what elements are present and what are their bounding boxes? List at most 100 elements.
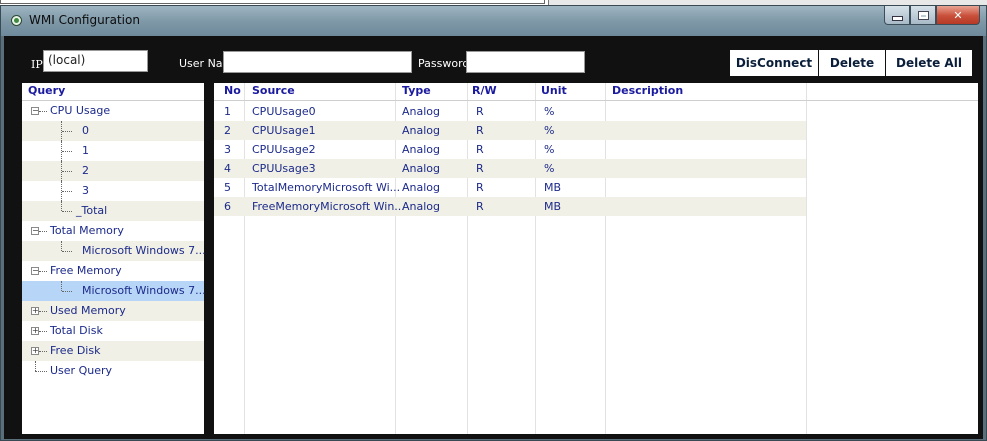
expand-icon[interactable]: + bbox=[31, 307, 39, 315]
column-header-rw[interactable]: R/W bbox=[472, 83, 497, 99]
minimize-button[interactable] bbox=[884, 6, 910, 25]
cell-no: 3 bbox=[224, 143, 231, 156]
cell-rw: R bbox=[476, 200, 484, 213]
close-icon: ✕ bbox=[953, 8, 963, 22]
table-row[interactable]: 1 CPUUsage0 Analog R % bbox=[214, 102, 806, 121]
source-table[interactable]: No Source Type R/W Unit Description 1 CP… bbox=[214, 83, 978, 434]
app-icon bbox=[11, 15, 22, 26]
disconnect-button[interactable]: DisConnect bbox=[730, 50, 818, 76]
cell-rw: R bbox=[476, 105, 484, 118]
cell-unit: % bbox=[544, 143, 555, 156]
tree-connector bbox=[35, 361, 36, 371]
title-bar[interactable]: WMI Configuration ✕ bbox=[1, 6, 986, 36]
tree-node-label: Used Memory bbox=[50, 304, 126, 317]
expand-icon[interactable]: + bbox=[31, 327, 39, 335]
tree-connector bbox=[39, 331, 47, 332]
column-divider bbox=[806, 83, 807, 434]
cell-source: CPUUsage1 bbox=[252, 124, 316, 137]
collapse-icon[interactable]: − bbox=[31, 267, 39, 275]
tree-connector bbox=[62, 191, 72, 192]
tree-node-label: Total Disk bbox=[50, 324, 103, 337]
tree-connector bbox=[62, 131, 72, 132]
background-window-frame bbox=[0, 0, 545, 4]
tree-node-cpu-1[interactable]: 1 bbox=[22, 141, 204, 161]
tree-node-total-memory-child[interactable]: Microsoft Windows 7... bbox=[22, 241, 206, 261]
tree-connector bbox=[62, 251, 72, 252]
delete-button[interactable]: Delete bbox=[819, 50, 885, 76]
tree-node-cpu-0[interactable]: 0 bbox=[22, 121, 204, 141]
table-row[interactable]: 5 TotalMemoryMicrosoft Wi... Analog R MB bbox=[214, 178, 806, 197]
tree-node-free-disk[interactable]: + Free Disk bbox=[22, 341, 204, 361]
tree-node-label: Free Disk bbox=[50, 344, 101, 357]
tree-connector bbox=[62, 291, 72, 292]
tree-node-label: Free Memory bbox=[50, 264, 122, 277]
tree-node-label: 2 bbox=[82, 164, 89, 177]
tree-connector bbox=[61, 281, 62, 291]
cell-source: FreeMemoryMicrosoft Win... bbox=[252, 200, 405, 213]
cell-type: Analog bbox=[402, 200, 441, 213]
cell-rw: R bbox=[476, 124, 484, 137]
query-tree[interactable]: Query − CPU Usage 0 1 2 3 _Total − Total… bbox=[22, 83, 206, 434]
tree-node-label: CPU Usage bbox=[50, 104, 111, 117]
tree-connector bbox=[39, 111, 47, 112]
tree-connector bbox=[35, 371, 47, 372]
tree-node-label: Microsoft Windows 7... bbox=[82, 284, 206, 297]
tree-node-free-memory[interactable]: − Free Memory bbox=[22, 261, 204, 281]
window-title: WMI Configuration bbox=[29, 13, 140, 27]
cell-unit: % bbox=[544, 105, 555, 118]
tree-header: Query bbox=[22, 83, 204, 101]
maximize-button[interactable] bbox=[910, 6, 936, 25]
password-label: Password bbox=[418, 57, 470, 70]
column-header-type[interactable]: Type bbox=[402, 83, 431, 99]
tree-node-user-query[interactable]: User Query bbox=[22, 361, 204, 381]
column-header-unit[interactable]: Unit bbox=[541, 83, 567, 99]
cell-no: 4 bbox=[224, 162, 231, 175]
tree-node-label: _Total bbox=[76, 204, 108, 217]
cell-type: Analog bbox=[402, 124, 441, 137]
table-row[interactable]: 2 CPUUsage1 Analog R % bbox=[214, 121, 806, 140]
close-button[interactable]: ✕ bbox=[936, 6, 980, 25]
window-controls: ✕ bbox=[884, 6, 980, 26]
cell-unit: % bbox=[544, 162, 555, 175]
tree-node-cpu-2[interactable]: 2 bbox=[22, 161, 204, 181]
expand-icon[interactable]: + bbox=[31, 347, 39, 355]
table-row[interactable]: 3 CPUUsage2 Analog R % bbox=[214, 140, 806, 159]
delete-all-button[interactable]: Delete All bbox=[886, 50, 972, 76]
cell-unit: % bbox=[544, 124, 555, 137]
column-header-no[interactable]: No bbox=[224, 83, 241, 99]
tree-node-total-disk[interactable]: + Total Disk bbox=[22, 321, 204, 341]
column-header-description[interactable]: Description bbox=[612, 83, 683, 99]
tree-node-cpu-total[interactable]: _Total bbox=[22, 201, 204, 221]
tree-node-used-memory[interactable]: + Used Memory bbox=[22, 301, 204, 321]
maximize-icon bbox=[917, 10, 929, 20]
tree-node-total-memory[interactable]: − Total Memory bbox=[22, 221, 204, 241]
wmi-configuration-window: WMI Configuration ✕ IP (local) User Name… bbox=[0, 5, 987, 441]
tree-node-label: 0 bbox=[82, 124, 89, 137]
tree-node-free-memory-child-selected[interactable]: Microsoft Windows 7... bbox=[22, 281, 206, 301]
table-row[interactable]: 4 CPUUsage3 Analog R % bbox=[214, 159, 806, 178]
tree-node-label: 1 bbox=[82, 144, 89, 157]
cell-no: 6 bbox=[224, 200, 231, 213]
cell-source: CPUUsage3 bbox=[252, 162, 316, 175]
tree-node-label: 3 bbox=[82, 184, 89, 197]
tree-node-cpu-3[interactable]: 3 bbox=[22, 181, 204, 201]
tree-connector bbox=[62, 171, 72, 172]
cell-unit: MB bbox=[544, 200, 562, 213]
table-row[interactable]: 6 FreeMemoryMicrosoft Win... Analog R MB bbox=[214, 197, 806, 216]
connection-toolbar: IP (local) User Name Password DisConnect… bbox=[4, 36, 983, 83]
cell-source: CPUUsage2 bbox=[252, 143, 316, 156]
password-input[interactable] bbox=[466, 51, 585, 73]
username-input[interactable] bbox=[223, 51, 412, 73]
tree-node-label: User Query bbox=[50, 364, 112, 377]
cell-rw: R bbox=[476, 143, 484, 156]
cell-type: Analog bbox=[402, 105, 441, 118]
tree-connector bbox=[39, 351, 47, 352]
tree-connector bbox=[39, 271, 47, 272]
tree-node-cpu-usage[interactable]: − CPU Usage bbox=[22, 101, 204, 121]
cell-no: 1 bbox=[224, 105, 231, 118]
collapse-icon[interactable]: − bbox=[31, 107, 39, 115]
column-header-source[interactable]: Source bbox=[252, 83, 295, 99]
collapse-icon[interactable]: − bbox=[31, 227, 39, 235]
ip-input[interactable]: (local) bbox=[43, 50, 148, 72]
tree-connector bbox=[39, 231, 47, 232]
